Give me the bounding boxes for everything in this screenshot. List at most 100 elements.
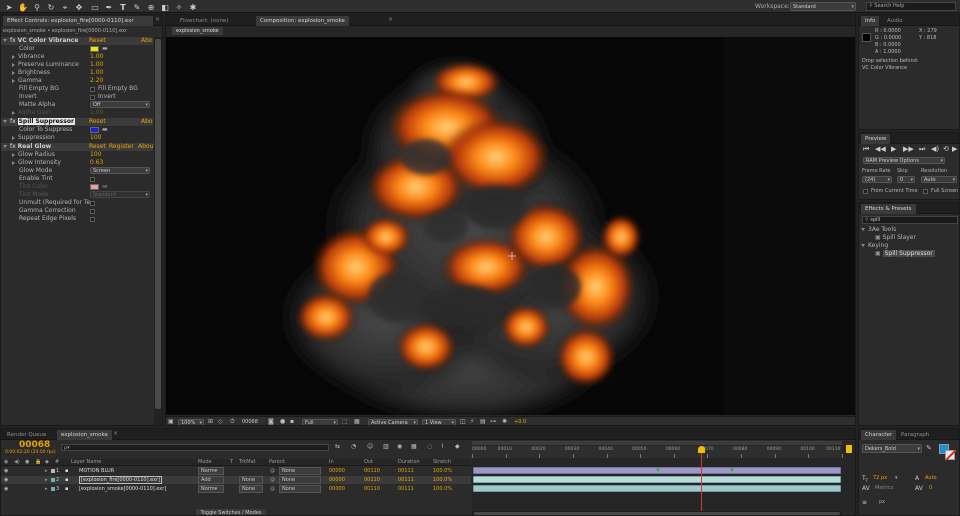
- glow-mode-select[interactable]: Screen: [90, 167, 150, 174]
- tree-item-selected[interactable]: ▣ Spill Suppressor: [859, 250, 959, 258]
- ram-preview-options-select[interactable]: RAM Preview Options: [863, 157, 945, 164]
- about-link[interactable]: Abo: [141, 118, 153, 126]
- prop-value[interactable]: 100: [90, 134, 101, 142]
- expand-triangle-icon[interactable]: [12, 54, 15, 59]
- tab-flowchart[interactable]: Flowchart: (none): [176, 16, 232, 26]
- tab-paragraph[interactable]: Paragraph: [897, 430, 933, 440]
- invert-checkbox[interactable]: [90, 95, 95, 100]
- visibility-icon[interactable]: ◉: [4, 467, 8, 475]
- motion-blur-icon[interactable]: ◉: [397, 443, 402, 451]
- view-layout-select[interactable]: 1 View: [422, 419, 456, 425]
- tab-effect-controls[interactable]: Effect Controls: explosion_fire[0000-011…: [3, 16, 153, 26]
- table-row[interactable]: ◉ ▸ 1 ▪ MOTION BLUR Norm▾ @ None 00000 00110 00111…: [1, 467, 471, 475]
- about-link[interactable]: Abo: [141, 37, 153, 45]
- stretch[interactable]: 100.0%: [433, 485, 452, 493]
- tab-render-queue[interactable]: Render Queue: [3, 430, 50, 440]
- expand-triangle-icon[interactable]: ▸: [45, 467, 48, 475]
- in-point[interactable]: 00000: [329, 467, 345, 475]
- zoom-slider[interactable]: [472, 511, 842, 515]
- pen-tool-icon[interactable]: ✒: [104, 3, 114, 13]
- mode-select[interactable]: Norm▾: [198, 485, 224, 493]
- keyframe-icon[interactable]: ◆: [656, 467, 660, 473]
- snapshot-icon[interactable]: ◙: [268, 418, 274, 425]
- fx-badge[interactable]: fx: [10, 37, 16, 44]
- pan-behind-tool-icon[interactable]: ✥: [74, 3, 84, 13]
- collapse-triangle-icon[interactable]: [3, 39, 7, 42]
- region-of-interest-icon[interactable]: ⬚: [342, 418, 348, 425]
- frame-rate-select[interactable]: (24): [862, 176, 892, 183]
- keyframe-icon[interactable]: ◆: [730, 467, 734, 473]
- mask-visibility-icon[interactable]: ◇: [218, 418, 223, 425]
- color-picker-icon[interactable]: ▪: [290, 418, 294, 425]
- show-channel-icon[interactable]: ●: [280, 418, 285, 425]
- toggle-pixel-aspect-icon[interactable]: ◫: [460, 418, 466, 425]
- reset-link[interactable]: Reset: [89, 37, 106, 45]
- effect-header-spill-suppressor[interactable]: fx Spill Suppressor Reset Abo: [1, 118, 153, 126]
- type-tool-icon[interactable]: T: [118, 3, 128, 13]
- parent-select[interactable]: None: [279, 485, 321, 493]
- fx-badge[interactable]: fx: [10, 118, 16, 125]
- prop-value[interactable]: 0.63: [90, 159, 103, 167]
- prop-value[interactable]: 100: [90, 151, 101, 159]
- scrollbar[interactable]: [154, 37, 162, 425]
- trkmat-select[interactable]: None: [239, 485, 263, 493]
- expand-triangle-icon[interactable]: [12, 62, 15, 67]
- layer-name[interactable]: MOTION BLUR: [79, 467, 114, 475]
- register-link[interactable]: Register: [109, 143, 134, 151]
- magnification-select[interactable]: 100%: [178, 419, 204, 425]
- eyedropper-icon[interactable]: ✎: [926, 444, 932, 452]
- effect-header-vc-color-vibrance[interactable]: fx VC Color Vibrance Reset Abo: [1, 37, 153, 45]
- first-frame-icon[interactable]: ⏮: [863, 145, 869, 154]
- layer-bar-explosion-smoke[interactable]: [473, 485, 841, 492]
- tree-item[interactable]: ▣ Spill Slayer: [859, 234, 959, 242]
- visibility-icon[interactable]: ◉: [4, 485, 8, 493]
- leading-value[interactable]: Auto: [925, 475, 937, 481]
- previous-frame-icon[interactable]: ◀◀: [875, 145, 886, 154]
- rotate-tool-icon[interactable]: ↻: [46, 3, 56, 13]
- stroke-width-unit[interactable]: px: [879, 499, 885, 505]
- tab-composition[interactable]: Composition: explosion_smoke: [256, 16, 349, 26]
- close-icon[interactable]: ×: [388, 16, 393, 23]
- label-color-icon[interactable]: [51, 487, 55, 491]
- reset-link[interactable]: Reset: [89, 118, 106, 126]
- skip-select[interactable]: 0: [897, 176, 915, 183]
- prop-value[interactable]: 2.20: [90, 77, 103, 85]
- tab-info[interactable]: Info: [861, 16, 880, 26]
- trkmat-select[interactable]: None: [239, 476, 263, 484]
- mode-select[interactable]: Norm▾: [198, 467, 224, 475]
- kerning-value[interactable]: Metrics: [875, 485, 893, 491]
- toggle-switches-modes-button[interactable]: Toggle Switches / Modes: [196, 509, 266, 515]
- camera-tool-icon[interactable]: ⌖: [60, 3, 70, 13]
- parent-select[interactable]: None: [279, 467, 321, 475]
- duration[interactable]: 00111: [398, 476, 414, 484]
- auto-keyframe-icon[interactable]: ◌: [427, 443, 432, 451]
- last-frame-icon[interactable]: ⏭: [919, 145, 925, 154]
- tree-folder[interactable]: 3Ae Tools: [859, 226, 959, 234]
- col-layer-name[interactable]: Layer Name: [71, 459, 101, 465]
- layer-search-input[interactable]: ρ▾: [61, 444, 329, 451]
- color-swatch[interactable]: [90, 46, 99, 52]
- expand-triangle-icon[interactable]: [12, 70, 15, 75]
- resolution-select[interactable]: Full: [302, 419, 338, 425]
- color-swatch[interactable]: [90, 127, 99, 133]
- workspace-select[interactable]: Standard: [790, 2, 856, 11]
- duration[interactable]: 00111: [398, 467, 414, 475]
- ram-preview-icon[interactable]: ▶: [952, 145, 957, 154]
- always-preview-icon[interactable]: ▣: [168, 418, 174, 425]
- font-size-dropdown-icon[interactable]: ▾: [895, 475, 898, 481]
- transparency-grid-icon[interactable]: ▦: [354, 418, 360, 425]
- eyedropper-icon[interactable]: ▬: [102, 45, 108, 53]
- tab-effects-presets[interactable]: Effects & Presets: [861, 204, 916, 214]
- mode-select[interactable]: Add: [198, 476, 224, 484]
- label-color-icon[interactable]: [51, 478, 55, 482]
- repeat-edge-pixels-checkbox[interactable]: [90, 217, 95, 222]
- playhead[interactable]: [700, 447, 702, 515]
- draft-3d-icon[interactable]: ◔: [351, 443, 356, 451]
- tab-audio[interactable]: Audio: [883, 16, 907, 26]
- expand-triangle-icon[interactable]: [12, 152, 15, 157]
- from-current-time-checkbox[interactable]: [863, 189, 868, 194]
- keyframe-icon[interactable]: ◆: [455, 443, 460, 451]
- close-icon[interactable]: ×: [113, 430, 118, 437]
- roto-brush-tool-icon[interactable]: ✧: [174, 3, 184, 13]
- expand-triangle-icon[interactable]: ▸: [45, 485, 48, 493]
